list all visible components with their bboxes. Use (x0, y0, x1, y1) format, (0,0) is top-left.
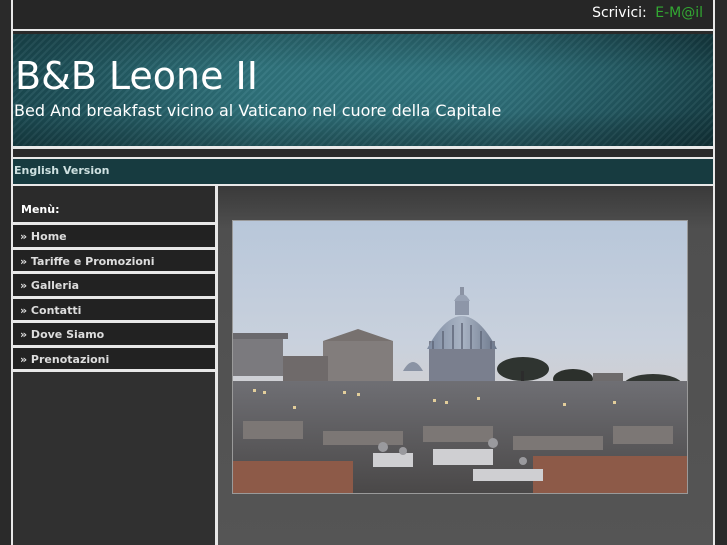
main-content (218, 186, 713, 545)
site-subtitle: Bed And breakfast vicino al Vaticano nel… (14, 101, 502, 120)
sidebar-item-label: » Contatti (20, 303, 82, 317)
top-bar: Scrivici: E-M@il (13, 0, 713, 29)
right-frame-line (713, 0, 715, 545)
divider (13, 146, 713, 149)
sidebar-menu: Menù: » Home » Tariffe e Promozioni » Ga… (13, 186, 215, 545)
sidebar-item-home[interactable]: » Home (13, 225, 215, 250)
header-banner: B&B Leone II Bed And breakfast vicino al… (13, 34, 713, 146)
sidebar-item-tariffe[interactable]: » Tariffe e Promozioni (13, 249, 215, 274)
site-title: B&B Leone II (15, 54, 258, 98)
menu-heading: Menù: (13, 186, 215, 225)
sidebar-item-label: » Galleria (20, 279, 80, 292)
sidebar-item-dove-siamo[interactable]: » Dove Siamo (13, 323, 215, 348)
sidebar-item-prenotazioni[interactable]: » Prenotazioni (13, 347, 215, 372)
sidebar-item-label: » Prenotazioni (20, 352, 110, 366)
photo-illustration (233, 221, 687, 493)
contact-area: Scrivici: E-M@il (592, 5, 703, 21)
sidebar-item-galleria[interactable]: » Galleria (13, 274, 215, 299)
email-link[interactable]: E-M@il (655, 5, 703, 21)
english-version-link[interactable]: English Version (14, 164, 109, 177)
menu-heading-label: Menù: (21, 203, 60, 216)
contact-label: Scrivici: (592, 5, 647, 21)
sidebar-item-contatti[interactable]: » Contatti (13, 298, 215, 323)
sidebar-item-label: » Tariffe e Promozioni (20, 254, 155, 268)
sidebar-item-label: » Home (20, 230, 67, 243)
sidebar-item-label: » Dove Siamo (20, 328, 105, 341)
language-bar: English Version (13, 159, 713, 184)
rome-skyline-photo (232, 220, 688, 494)
divider (13, 29, 713, 31)
